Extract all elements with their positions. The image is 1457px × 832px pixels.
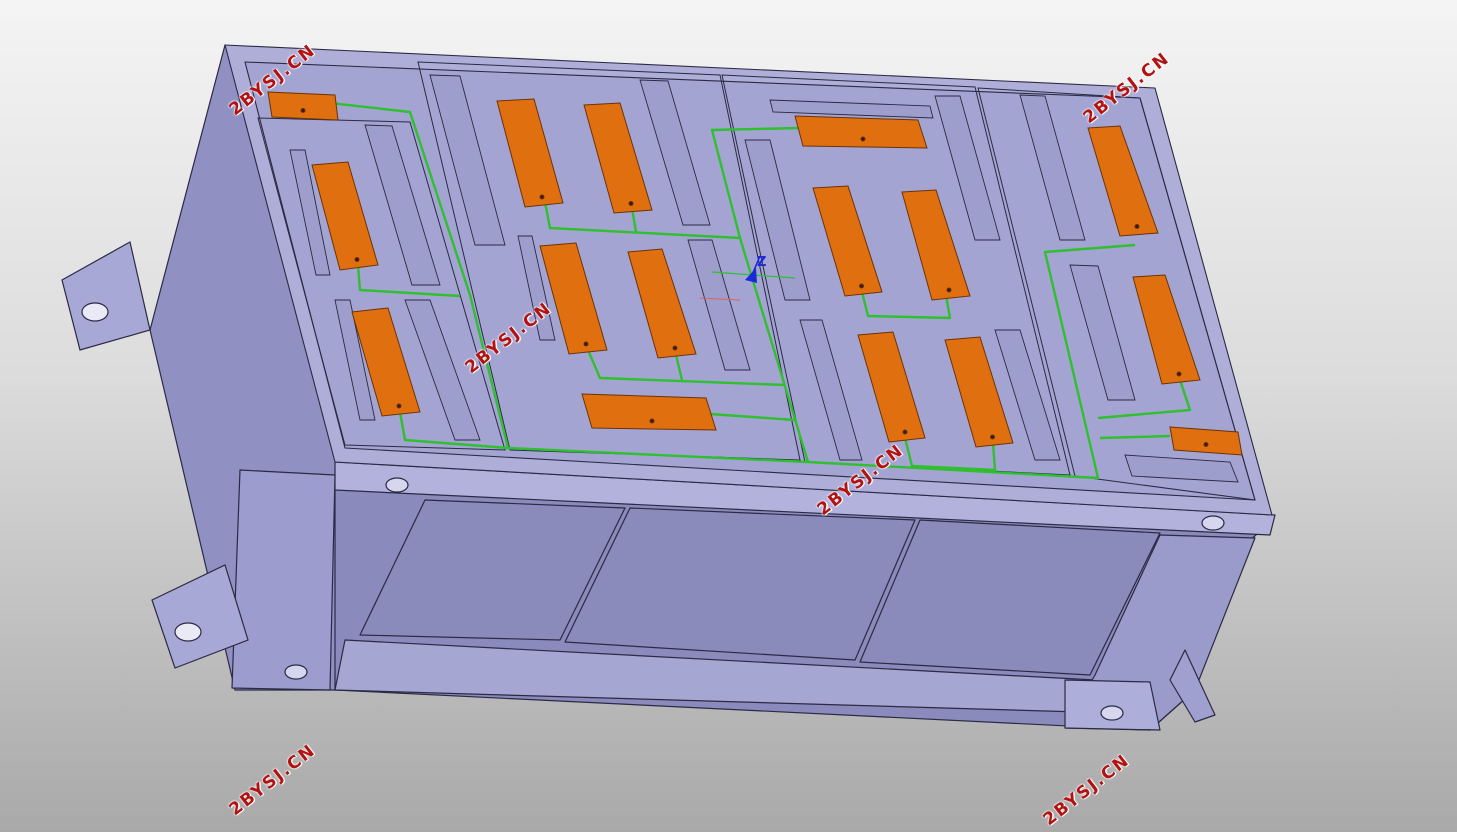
housing-left-pillar (231, 469, 336, 691)
front-hole-3 (284, 664, 308, 680)
left-bottom-ear-hole (174, 622, 202, 642)
cell-terminal (1134, 224, 1140, 229)
cell-terminal (300, 108, 306, 113)
cell-terminal (860, 136, 866, 142)
front-hole-1 (385, 477, 409, 493)
cell-terminal (354, 257, 360, 262)
battery-cell (267, 91, 339, 121)
battery-cell (794, 115, 928, 149)
front-hole-4 (1100, 705, 1124, 721)
cell-terminal (628, 201, 634, 206)
cell-terminal (946, 287, 952, 293)
cell-terminal (583, 341, 589, 347)
cell-terminal (902, 429, 908, 435)
cell-terminal (990, 434, 995, 440)
cell-terminal (396, 403, 402, 409)
battery-cell (1169, 426, 1243, 456)
cell-terminal (1203, 442, 1209, 447)
battery-cell (581, 393, 717, 431)
cell-terminal (672, 345, 678, 351)
left-top-ear-hole (81, 302, 109, 322)
cad-viewport[interactable]: Z (0, 0, 1457, 832)
front-hole-2 (1201, 515, 1225, 531)
cell-terminal (1176, 371, 1182, 377)
left-top-ear (61, 241, 151, 351)
triad-z-label: Z (757, 255, 766, 270)
cell-terminal (859, 283, 864, 289)
right-foot-plate (1064, 679, 1161, 731)
cell-terminal (649, 418, 655, 424)
cell-terminal (539, 194, 545, 200)
